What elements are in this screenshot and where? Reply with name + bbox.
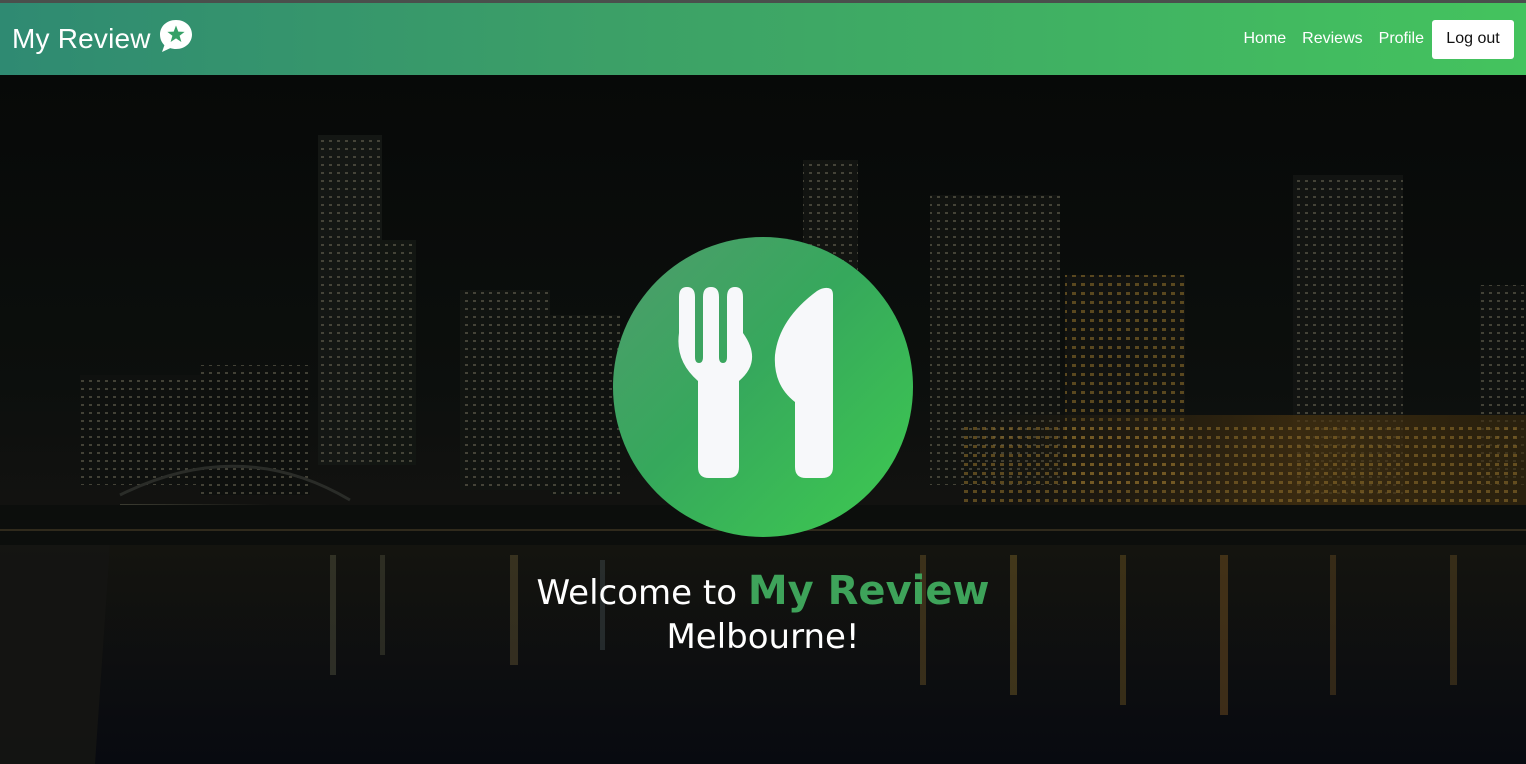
hero: Welcome to My Review Melbourne! bbox=[0, 75, 1526, 764]
star-speech-bubble-icon bbox=[157, 17, 195, 55]
brand-link[interactable]: My Review bbox=[12, 20, 195, 55]
welcome-prefix: Welcome to bbox=[536, 573, 738, 613]
welcome-message: Welcome to My Review Melbourne! bbox=[0, 569, 1526, 659]
top-edge bbox=[0, 0, 1526, 3]
logout-button[interactable]: Log out bbox=[1432, 19, 1514, 59]
welcome-line: Welcome to My Review bbox=[0, 569, 1526, 615]
welcome-city: Melbourne! bbox=[666, 617, 860, 657]
brand-name: My Review bbox=[12, 23, 151, 54]
nav-links: Home Reviews Profile Log out bbox=[1227, 19, 1514, 59]
nav-link-profile[interactable]: Profile bbox=[1379, 30, 1424, 48]
nav-link-reviews[interactable]: Reviews bbox=[1302, 30, 1362, 48]
page: My Review Home Reviews Profile Log out W… bbox=[0, 0, 1526, 764]
logo-circle bbox=[613, 237, 913, 537]
nav-link-home[interactable]: Home bbox=[1243, 30, 1286, 48]
welcome-brand: My Review bbox=[747, 568, 990, 614]
navbar: My Review Home Reviews Profile Log out bbox=[0, 3, 1526, 75]
fork-knife-icon bbox=[678, 287, 833, 478]
